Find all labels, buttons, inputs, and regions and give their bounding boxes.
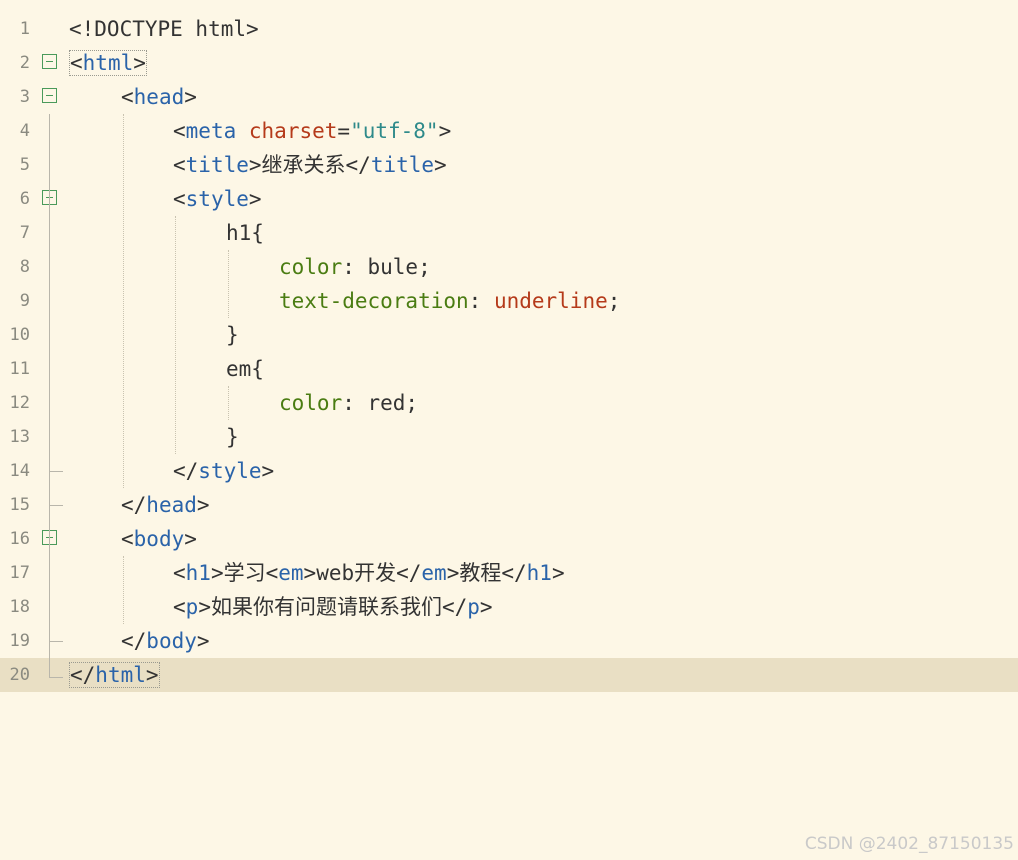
indent-guide [175, 216, 176, 454]
indent-guide [123, 114, 124, 488]
line-number: 3 [19, 87, 30, 107]
code-line[interactable]: 13 } [0, 420, 1018, 454]
line-code: text-decoration: underline; [279, 289, 621, 313]
fold-toggle-icon[interactable] [42, 88, 57, 103]
line-code: </style> [173, 459, 275, 483]
indent-guide [228, 386, 229, 420]
line-number: 14 [9, 461, 30, 481]
line-code: h1{ [226, 221, 264, 245]
line-number: 8 [19, 257, 30, 277]
line-code: </head> [121, 493, 210, 517]
line-number: 16 [9, 529, 30, 549]
line-number: 18 [9, 597, 30, 617]
code-editor[interactable]: 1 <!DOCTYPE html> 2 <html> 3 <head> 4 <m… [0, 0, 1018, 860]
code-line[interactable]: 19 </body> [0, 624, 1018, 658]
fold-end-marker [49, 471, 63, 472]
line-code: <html> [69, 50, 147, 76]
code-line[interactable]: 5 <title>继承关系</title> [0, 148, 1018, 182]
line-code: <head> [121, 85, 197, 109]
line-code: em{ [226, 357, 264, 381]
line-code: <p>如果你有问题请联系我们</p> [173, 595, 493, 619]
indent-guide [123, 556, 124, 624]
line-code: </html> [69, 662, 160, 688]
code-line[interactable]: 8 color: bule; [0, 250, 1018, 284]
line-number: 17 [9, 563, 30, 583]
line-number: 12 [9, 393, 30, 413]
line-number: 6 [19, 189, 30, 209]
watermark: CSDN @2402_87150135 [804, 834, 1014, 854]
line-code: <h1>学习<em>web开发</em>教程</h1> [173, 561, 565, 585]
line-code: </body> [121, 629, 210, 653]
code-line[interactable]: 3 <head> [0, 80, 1018, 114]
code-line[interactable]: 9 text-decoration: underline; [0, 284, 1018, 318]
code-line[interactable]: 7 h1{ [0, 216, 1018, 250]
line-code: <title>继承关系</title> [173, 153, 447, 177]
code-line[interactable]: 14 </style> [0, 454, 1018, 488]
fold-range-line [49, 114, 50, 678]
indent-guide [228, 250, 229, 318]
line-number: 11 [9, 359, 30, 379]
line-number: 5 [19, 155, 30, 175]
line-code: <!DOCTYPE html> [69, 17, 259, 41]
fold-toggle-icon[interactable] [42, 54, 57, 69]
line-code: color: bule; [279, 255, 431, 279]
code-line-current[interactable]: 20 </html> [0, 658, 1018, 692]
code-line[interactable]: 10 } [0, 318, 1018, 352]
line-number: 9 [19, 291, 30, 311]
line-code: <meta charset="utf-8"> [173, 119, 452, 143]
code-line[interactable]: 1 <!DOCTYPE html> [0, 12, 1018, 46]
code-line[interactable]: 6 <style> [0, 182, 1018, 216]
line-number: 15 [9, 495, 30, 515]
line-code: } [226, 425, 239, 449]
line-number: 1 [19, 19, 30, 39]
fold-end-marker [49, 677, 63, 678]
code-line[interactable]: 12 color: red; [0, 386, 1018, 420]
code-line[interactable]: 2 <html> [0, 46, 1018, 80]
line-code: } [226, 323, 239, 347]
fold-end-marker [49, 505, 63, 506]
code-line[interactable]: 15 </head> [0, 488, 1018, 522]
code-line[interactable]: 4 <meta charset="utf-8"> [0, 114, 1018, 148]
code-line[interactable]: 11 em{ [0, 352, 1018, 386]
fold-end-marker [49, 641, 63, 642]
code-line[interactable]: 17 <h1>学习<em>web开发</em>教程</h1> [0, 556, 1018, 590]
line-number: 10 [9, 325, 30, 345]
line-number: 7 [19, 223, 30, 243]
line-number: 4 [19, 121, 30, 141]
line-number: 19 [9, 631, 30, 651]
code-line[interactable]: 18 <p>如果你有问题请联系我们</p> [0, 590, 1018, 624]
line-number: 2 [19, 53, 30, 73]
line-code: color: red; [279, 391, 419, 415]
line-number: 13 [9, 427, 30, 447]
line-code: <style> [173, 187, 262, 211]
line-code: <body> [121, 527, 197, 551]
code-line[interactable]: 16 <body> [0, 522, 1018, 556]
line-number: 20 [9, 665, 30, 685]
